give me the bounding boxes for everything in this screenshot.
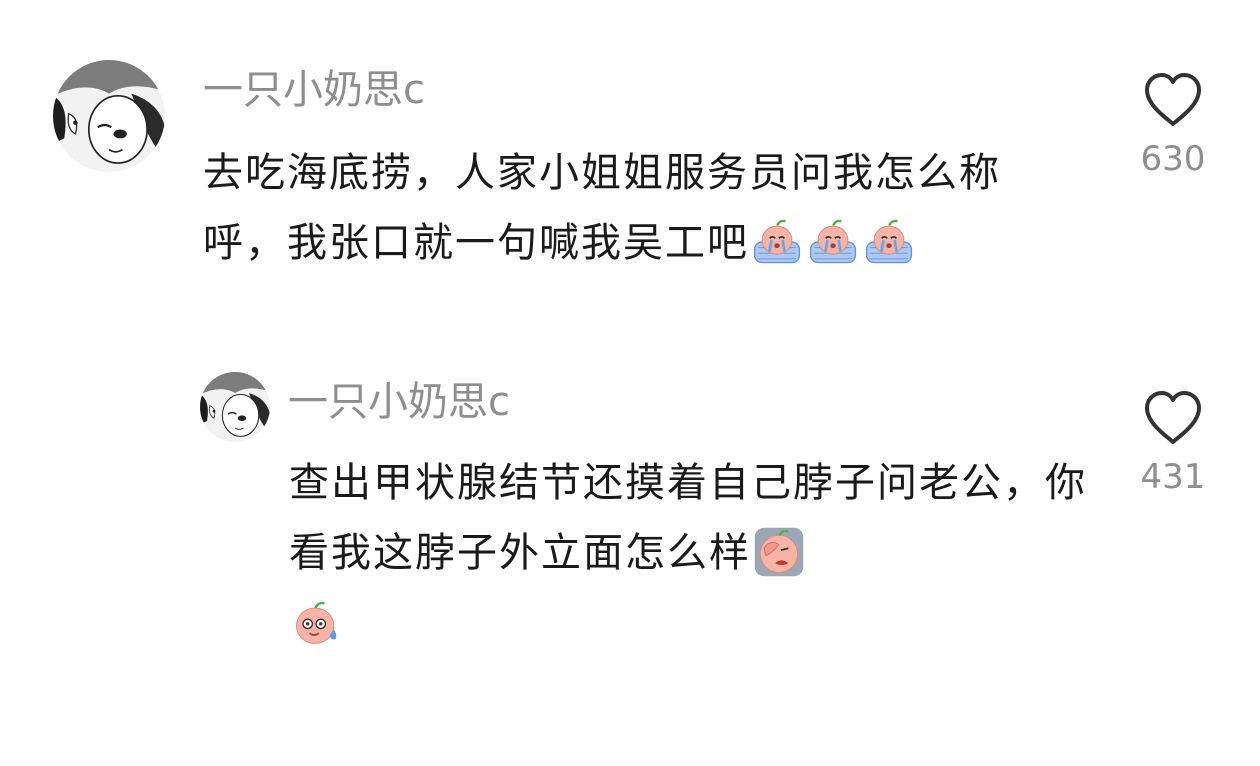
avatar-sketch-image	[200, 372, 270, 442]
facepalm-peach-emoji-icon	[751, 524, 807, 580]
comment-text: 去吃海底捞，人家小姐姐服务员问我怎么称呼，我张口就一句喊我吴工吧	[203, 138, 1083, 278]
comment-text-body: 查出甲状腺结节还摸着自己脖子问老公，你看我这脖子外立面怎么样	[289, 460, 1087, 576]
avatar-sketch-image	[53, 60, 165, 172]
heart-outline-icon[interactable]	[1141, 388, 1205, 446]
like-count: 630	[1140, 139, 1206, 179]
like-count: 431	[1140, 457, 1206, 497]
reply-comment-item: 一只小奶思c 查出甲状腺结节还摸着自己脖子问老公，你看我这脖子外立面怎么样 43…	[0, 360, 1260, 660]
comment-text: 查出甲状腺结节还摸着自己脖子问老公，你看我这脖子外立面怎么样	[289, 448, 1089, 658]
crying-peach-emoji-icon	[805, 214, 861, 270]
heart-outline-icon[interactable]	[1141, 70, 1205, 128]
like-control: 431	[1133, 388, 1213, 494]
crying-peach-emoji-icon	[861, 214, 917, 270]
user-avatar[interactable]	[53, 60, 165, 172]
comment-item: 一只小奶思c 去吃海底捞，人家小姐姐服务员问我怎么称呼，我张口就一句喊我吴工吧	[0, 0, 1260, 360]
like-control: 630	[1133, 70, 1213, 176]
username[interactable]: 一只小奶思c	[203, 70, 425, 110]
crying-peach-emoji-icon	[749, 214, 805, 270]
sweating-peach-emoji-icon	[289, 594, 345, 650]
username[interactable]: 一只小奶思c	[288, 382, 510, 422]
user-avatar[interactable]	[200, 372, 270, 442]
